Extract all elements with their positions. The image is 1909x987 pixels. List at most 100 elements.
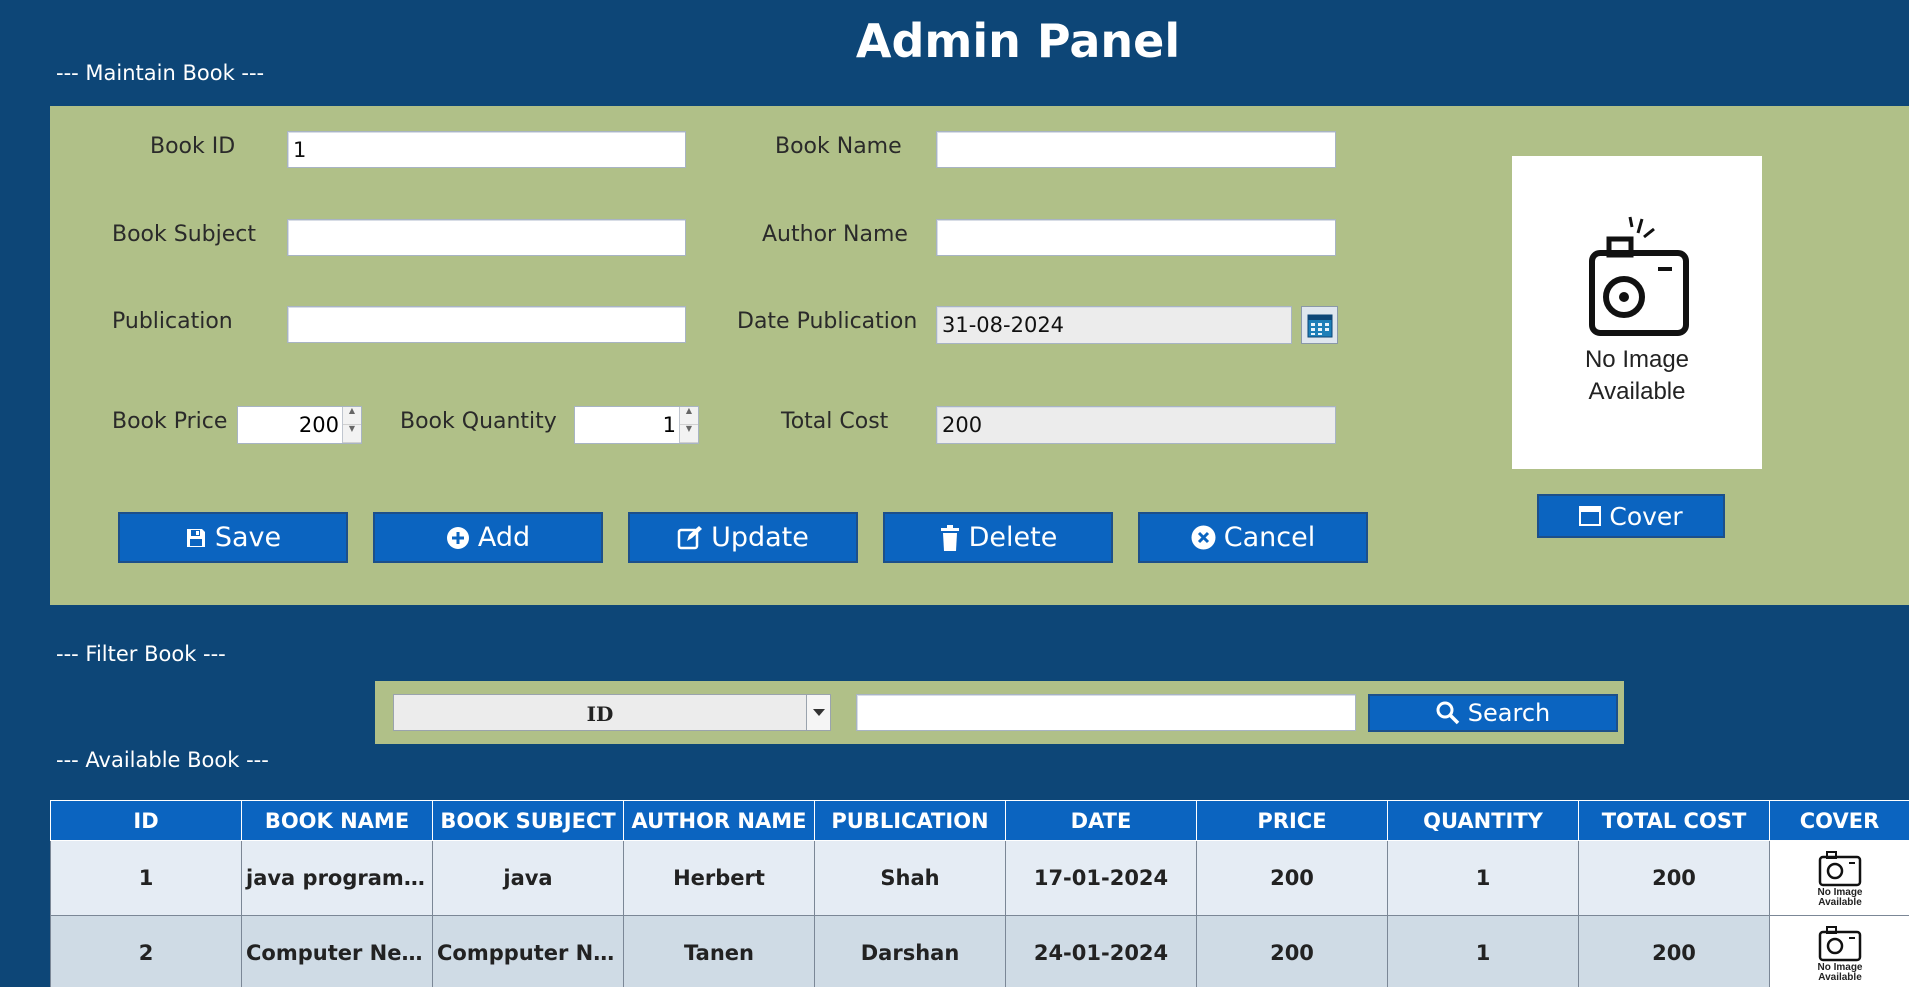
date-publication-field[interactable]: 31-08-2024: [936, 306, 1292, 344]
book-price-label: Book Price: [112, 409, 228, 434]
spin-up-icon[interactable]: ▲: [680, 407, 698, 425]
book-subject-label: Book Subject: [112, 222, 256, 247]
column-header[interactable]: PRICE: [1196, 800, 1388, 841]
thumb-text-2: Available: [1818, 972, 1862, 982]
cover-cell[interactable]: No Image Available: [1769, 915, 1909, 987]
page-title: Admin Panel: [855, 14, 1181, 68]
column-header[interactable]: BOOK SUBJECT: [432, 800, 624, 841]
thumb-text-2: Available: [1818, 897, 1862, 907]
no-image-thumbnail-icon: No Image Available: [1817, 925, 1862, 983]
table-cell[interactable]: 200: [1196, 840, 1388, 916]
table-cell[interactable]: 24-01-2024: [1005, 915, 1197, 987]
table-cell[interactable]: 200: [1578, 840, 1770, 916]
trash-icon: [940, 524, 959, 551]
table-cell[interactable]: 17-01-2024: [1005, 840, 1197, 916]
update-button[interactable]: Update: [628, 512, 858, 563]
spin-up-icon[interactable]: ▲: [343, 407, 361, 425]
table-cell[interactable]: java programming: [241, 840, 433, 916]
filter-book-label: --- Filter Book ---: [56, 642, 226, 666]
cover-cell[interactable]: No Image Available: [1769, 840, 1909, 916]
plus-circle-icon: [446, 526, 469, 549]
author-name-label: Author Name: [762, 222, 908, 247]
spin-down-icon[interactable]: ▼: [680, 425, 698, 443]
column-header[interactable]: ID: [50, 800, 242, 841]
table-cell[interactable]: Computer Netwo...: [241, 915, 433, 987]
publication-field[interactable]: [287, 306, 686, 343]
cover-image: No Image Available: [1512, 156, 1762, 469]
total-cost-field: 200: [936, 406, 1336, 444]
book-name-field[interactable]: [936, 131, 1336, 168]
table-row[interactable]: 1 java programming java Herbert Shah 17-…: [50, 840, 1909, 916]
date-publication-label: Date Publication: [737, 309, 918, 334]
table-cell[interactable]: 1: [1387, 840, 1579, 916]
close-circle-icon: [1191, 525, 1216, 550]
save-label: Save: [214, 522, 282, 553]
book-name-label: Book Name: [775, 134, 902, 159]
add-label: Add: [477, 522, 531, 553]
filter-field-selected: ID: [586, 702, 614, 726]
search-label: Search: [1467, 699, 1551, 727]
cancel-button[interactable]: Cancel: [1138, 512, 1368, 563]
book-id-label: Book ID: [150, 134, 236, 159]
filter-field-select[interactable]: ID: [393, 694, 831, 731]
table-header-row: ID BOOK NAME BOOK SUBJECT AUTHOR NAME PU…: [50, 800, 1909, 841]
add-button[interactable]: Add: [373, 512, 603, 563]
table-cell[interactable]: 2: [50, 915, 242, 987]
cover-label: Cover: [1609, 501, 1683, 531]
delete-button[interactable]: Delete: [883, 512, 1113, 563]
table-cell[interactable]: 1: [1387, 915, 1579, 987]
calendar-button[interactable]: [1301, 306, 1338, 344]
column-header[interactable]: COVER: [1769, 800, 1909, 841]
edit-icon: [677, 525, 703, 549]
column-header[interactable]: DATE: [1005, 800, 1197, 841]
chevron-down-icon: [812, 708, 825, 716]
book-id-field[interactable]: 1: [287, 131, 686, 168]
book-quantity-label: Book Quantity: [400, 409, 557, 434]
book-quantity-spin-buttons[interactable]: ▲ ▼: [679, 407, 698, 443]
author-name-field[interactable]: [936, 219, 1336, 256]
no-image-text-1: No Image: [1585, 346, 1689, 373]
table-cell[interactable]: Compputer Netw...: [432, 915, 624, 987]
table-row[interactable]: 2 Computer Netwo... Compputer Netw... Ta…: [50, 915, 1909, 987]
spin-down-icon[interactable]: ▼: [343, 425, 361, 443]
book-quantity-value: 1: [662, 413, 676, 437]
no-image-text-2: Available: [1589, 378, 1686, 405]
no-image-thumbnail-icon: No Image Available: [1817, 850, 1862, 908]
search-input[interactable]: [856, 694, 1356, 731]
column-header[interactable]: BOOK NAME: [241, 800, 433, 841]
book-price-spinner[interactable]: 200 ▲ ▼: [237, 406, 362, 444]
table-cell[interactable]: Darshan: [814, 915, 1006, 987]
update-label: Update: [711, 522, 809, 553]
column-header[interactable]: PUBLICATION: [814, 800, 1006, 841]
table-cell[interactable]: Herbert: [623, 840, 815, 916]
column-header[interactable]: QUANTITY: [1387, 800, 1579, 841]
total-cost-label: Total Cost: [781, 409, 889, 434]
no-image-camera-icon: No Image Available: [1585, 216, 1689, 405]
dropdown-arrow[interactable]: [806, 695, 830, 730]
table-cell[interactable]: Tanen: [623, 915, 815, 987]
column-header[interactable]: TOTAL COST: [1578, 800, 1770, 841]
book-subject-field[interactable]: [287, 219, 686, 256]
book-price-spin-buttons[interactable]: ▲ ▼: [342, 407, 361, 443]
calendar-icon: [1307, 314, 1332, 338]
available-book-label: --- Available Book ---: [56, 748, 269, 772]
cover-button[interactable]: Cover: [1537, 494, 1725, 538]
search-icon: [1436, 701, 1460, 725]
window-icon: [1579, 506, 1602, 526]
book-quantity-spinner[interactable]: 1 ▲ ▼: [574, 406, 699, 444]
table-cell[interactable]: 200: [1196, 915, 1388, 987]
table-cell[interactable]: 1: [50, 840, 242, 916]
maintain-book-label: --- Maintain Book ---: [56, 61, 265, 85]
table-cell[interactable]: 200: [1578, 915, 1770, 987]
search-button[interactable]: Search: [1368, 694, 1618, 732]
delete-label: Delete: [968, 522, 1058, 553]
save-button[interactable]: Save: [118, 512, 348, 563]
table-cell[interactable]: Shah: [814, 840, 1006, 916]
cancel-label: Cancel: [1223, 522, 1316, 553]
book-price-value: 200: [298, 413, 339, 437]
column-header[interactable]: AUTHOR NAME: [623, 800, 815, 841]
publication-label: Publication: [112, 309, 233, 334]
table-cell[interactable]: java: [432, 840, 624, 916]
books-table: ID BOOK NAME BOOK SUBJECT AUTHOR NAME PU…: [50, 800, 1909, 987]
floppy-disk-icon: [186, 528, 205, 547]
